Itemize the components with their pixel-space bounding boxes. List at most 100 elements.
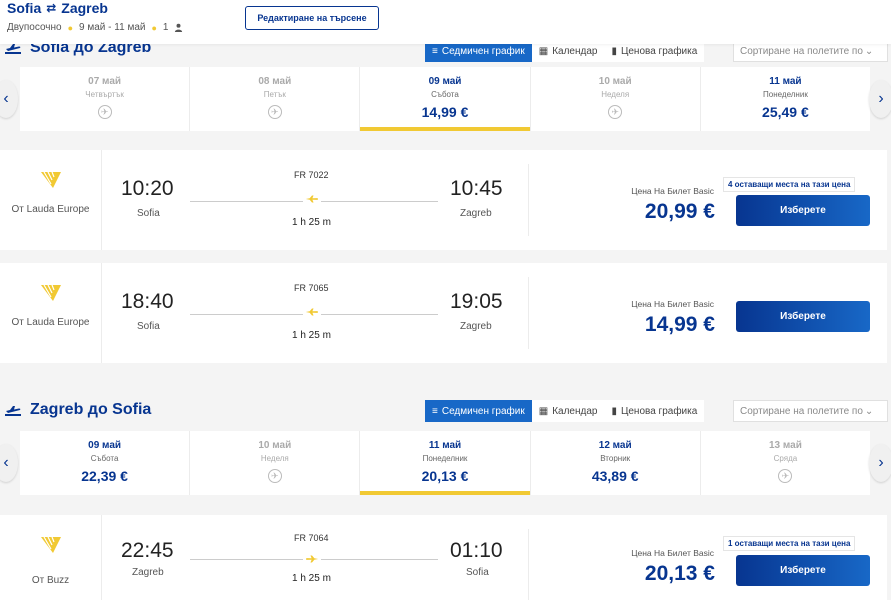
chevron-right-icon: › <box>878 90 884 107</box>
date-option[interactable]: 10 май Неделя ✈ <box>529 67 700 131</box>
no-flights-icon: ✈ <box>267 105 282 119</box>
weekday-label: Понеделник <box>763 90 808 99</box>
seats-left-badge: 1 оставащи места на тази цена <box>723 536 856 551</box>
bar-chart-icon: ▮ <box>611 405 617 417</box>
inbound-sort-select[interactable]: Сортиране на полетите по ⌄ <box>733 400 888 422</box>
date-option-selected[interactable]: 11 май Понеделник 20,13 € <box>359 431 529 495</box>
weekday-label: Четвъртък <box>85 90 124 99</box>
inbound-title-text: Zagreb до Sofia <box>30 401 152 418</box>
separator-dot-icon: ● <box>67 22 74 33</box>
arrival-time: 10:45 <box>450 177 503 200</box>
tab-weekly[interactable]: ≡ Седмичен график <box>425 400 532 422</box>
flight-card: От Buzz 22:45 Zagreb FR 7064 1 h 25 m 01… <box>0 515 887 600</box>
date-price: 20,13 € <box>421 468 469 484</box>
arrival-city: Zagreb <box>460 321 492 332</box>
top-header: Sofia ⇄ Zagreb Двупосочно ● 9 май - 11 м… <box>0 0 891 44</box>
departure-city: Zagreb <box>132 567 164 578</box>
inbound-section-header: Zagreb до Sofia ≡ Седмичен график ▦ Кале… <box>0 398 891 424</box>
fare-price: 20,99 € <box>644 200 715 223</box>
route-title: Sofia ⇄ Zagreb <box>7 0 108 16</box>
date-label: 09 май <box>88 440 122 451</box>
carrier-info: От Lauda Europe <box>0 263 102 363</box>
list-icon: ≡ <box>432 405 438 417</box>
date-option[interactable]: 12 май Вторник 43,89 € <box>529 431 700 495</box>
date-label: 08 май <box>258 76 292 87</box>
departure-city: Sofia <box>137 321 160 332</box>
no-flights-icon: ✈ <box>778 469 793 483</box>
no-flights-icon: ✈ <box>97 105 112 119</box>
date-price: 43,89 € <box>591 468 639 484</box>
departure-city: Sofia <box>137 208 160 219</box>
chevron-down-icon: ⌄ <box>864 45 874 57</box>
edit-search-button[interactable]: Редактиране на търсене <box>245 6 379 30</box>
inbound-next-arrow[interactable]: › <box>869 444 891 482</box>
weekday-label: Петък <box>263 90 286 99</box>
weekday-label: Събота <box>90 454 119 463</box>
arrival-time: 19:05 <box>450 290 503 313</box>
departure-time: 22:45 <box>121 539 174 562</box>
date-label: 10 май <box>258 440 292 451</box>
passenger-count: 1 <box>162 22 169 33</box>
seats-left-badge: 4 оставащи места на тази цена <box>723 177 856 192</box>
plane-icon <box>303 192 321 206</box>
tab-price-chart-label: Ценова графика <box>620 405 698 417</box>
ryanair-harp-logo-icon <box>40 284 61 301</box>
tab-weekly-label: Седмичен график <box>441 45 525 57</box>
tab-price-chart-label: Ценова графика <box>620 45 698 57</box>
tab-price-chart[interactable]: ▮ Ценова графика <box>604 400 705 422</box>
date-label: 10 май <box>598 76 632 87</box>
flight-number: FR 7065 <box>294 283 329 293</box>
carrier-name: От Lauda Europe <box>11 204 90 215</box>
arrival-time: 01:10 <box>450 539 503 562</box>
fare-label: Цена На Билет Basic <box>631 548 714 558</box>
carrier-name: От Buzz <box>31 575 70 586</box>
separator-dot-icon: ● <box>151 22 157 33</box>
chevron-right-icon: › <box>878 454 884 471</box>
outbound-next-arrow[interactable]: › <box>869 80 891 118</box>
flight-duration: 1 h 25 m <box>292 573 331 584</box>
carrier-info: От Lauda Europe <box>0 150 102 250</box>
weekday-label: Вторник <box>600 454 631 463</box>
date-option[interactable]: 08 май Петък ✈ <box>189 67 359 131</box>
date-option-selected[interactable]: 09 май Събота 14,99 € <box>359 67 529 131</box>
fare-label: Цена На Билет Basic <box>631 299 714 309</box>
chevron-down-icon: ⌄ <box>864 405 874 417</box>
date-option[interactable]: 09 май Събота 22,39 € <box>20 431 189 495</box>
calendar-icon: ▦ <box>538 405 549 417</box>
trip-dates: 9 май - 11 май <box>79 22 146 33</box>
flight-card: От Lauda Europe 10:20 Sofia FR 7022 1 h … <box>0 150 887 250</box>
outbound-prev-arrow[interactable]: ‹ <box>0 80 18 118</box>
date-option[interactable]: 10 май Неделя ✈ <box>189 431 359 495</box>
sort-placeholder: Сортиране на полетите по <box>740 45 863 57</box>
tab-calendar-label: Календар <box>552 405 598 417</box>
arrival-city: Sofia <box>466 567 489 578</box>
select-flight-button[interactable]: Изберете <box>736 195 870 226</box>
no-flights-icon: ✈ <box>267 469 282 483</box>
inbound-prev-arrow[interactable]: ‹ <box>0 444 18 482</box>
departure-time: 10:20 <box>121 177 174 200</box>
ryanair-harp-logo-icon <box>40 171 61 188</box>
departure-time: 18:40 <box>121 290 174 313</box>
date-price: 14,99 € <box>421 104 469 120</box>
weekday-label: Понеделник <box>422 454 468 463</box>
date-option[interactable]: 13 май Сряда ✈ <box>699 431 870 495</box>
flight-card: От Lauda Europe 18:40 Sofia FR 7065 1 h … <box>0 263 887 363</box>
tab-calendar[interactable]: ▦ Календар <box>531 400 605 422</box>
round-trip-icon: ⇄ <box>46 1 57 15</box>
select-flight-button[interactable]: Изберете <box>736 555 870 586</box>
date-label: 11 май <box>428 440 462 451</box>
trip-meta: Двупосочно ● 9 май - 11 май ● 1 <box>7 22 183 33</box>
fare-label: Цена На Билет Basic <box>631 186 714 196</box>
ryanair-harp-logo-icon <box>40 536 61 553</box>
date-price: 25,49 € <box>762 104 809 120</box>
weekday-label: Неделя <box>601 90 630 99</box>
date-option[interactable]: 11 май Понеделник 25,49 € <box>699 67 870 131</box>
select-flight-button[interactable]: Изберете <box>736 301 870 332</box>
tab-weekly-label: Седмичен график <box>441 405 525 417</box>
origin-label: Sofia <box>7 0 42 16</box>
destination-label: Zagreb <box>61 0 108 16</box>
calendar-icon: ▦ <box>538 45 549 57</box>
outbound-date-carousel: 07 май Четвъртък ✈ 08 май Петък ✈ 09 май… <box>20 67 870 131</box>
inbound-view-tabs: ≡ Седмичен график ▦ Календар ▮ Ценова гр… <box>425 400 705 422</box>
date-option[interactable]: 07 май Четвъртък ✈ <box>20 67 189 131</box>
